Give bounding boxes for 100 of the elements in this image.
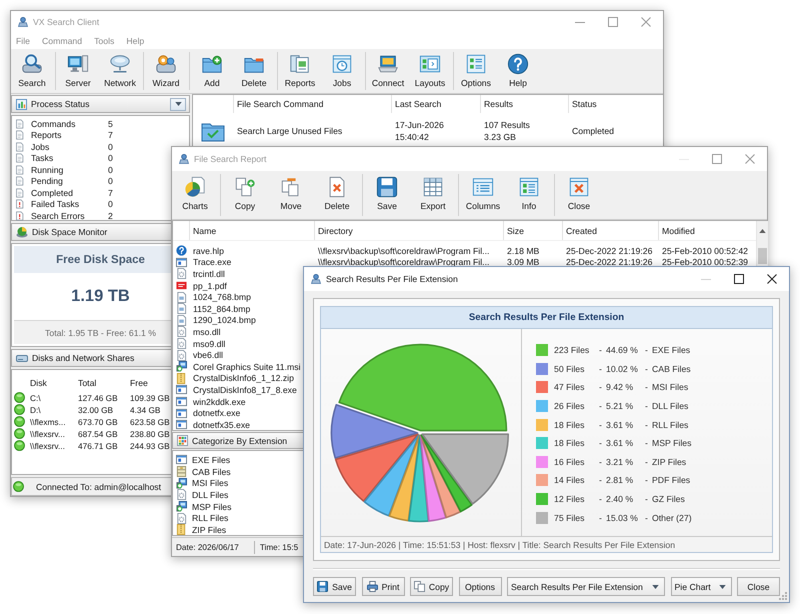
- toolbar-button[interactable]: Close: [556, 171, 602, 219]
- column-header: Last Search: [391, 95, 480, 113]
- toolbar-button[interactable]: Copy: [222, 171, 268, 219]
- window-title: VX Search Client: [33, 16, 100, 26]
- toolbar-button[interactable]: Connect: [367, 49, 409, 93]
- toolbar-button[interactable]: Move: [268, 171, 314, 219]
- toolbar-button[interactable]: Layouts: [409, 49, 451, 93]
- category-item[interactable]: RLL Files: [192, 513, 228, 524]
- table-cell: 25-Dec-2022 21:19:26: [566, 246, 652, 256]
- close-icon[interactable]: [767, 274, 777, 284]
- toolbar-button[interactable]: Network: [99, 49, 141, 93]
- status-label: Pending: [31, 176, 63, 186]
- search-icon: [21, 53, 43, 75]
- category-item[interactable]: MSI Files: [192, 478, 228, 488]
- menu-item[interactable]: Help: [126, 36, 144, 46]
- toolbar-button[interactable]: Save: [364, 171, 410, 219]
- file-name: CrystalDiskInfo8_17_8.exe: [193, 384, 297, 395]
- dialog-button[interactable]: Close: [737, 577, 780, 596]
- dialog-button[interactable]: Copy: [410, 577, 453, 596]
- legend-separator: -: [645, 382, 648, 392]
- column-header: Status: [568, 95, 663, 113]
- file-name: CrystalDiskInfo6_1_12.zip: [193, 373, 294, 384]
- toolbar-button[interactable]: Delete: [233, 49, 275, 93]
- layout-icon: [419, 53, 441, 75]
- copy-icon: [414, 581, 425, 592]
- table-cell-text: 3.23 GB: [484, 132, 517, 142]
- toolbar-button[interactable]: Columns: [460, 171, 506, 219]
- toolbar-button[interactable]: Search: [11, 49, 53, 93]
- pdf-file-icon: [176, 280, 186, 292]
- category-item[interactable]: CAB Files: [192, 466, 231, 477]
- toolbar-button[interactable]: Server: [57, 49, 99, 93]
- table-cell: Completed: [572, 126, 614, 136]
- dropdown[interactable]: Pie Chart: [670, 577, 732, 596]
- legend-separator: -: [645, 345, 648, 356]
- gear-file-icon: [176, 268, 186, 280]
- image-file-icon: [176, 292, 186, 303]
- caret-down-icon: [718, 584, 726, 588]
- legend-separator: -: [599, 364, 602, 374]
- gear-file-icon: [176, 350, 186, 361]
- file-name: 1024_768.bmp: [193, 292, 251, 302]
- computer-icon: [67, 53, 89, 75]
- dropdown-button[interactable]: [170, 98, 186, 110]
- toolbar-button[interactable]: Charts: [172, 171, 218, 219]
- program-window-icon: [176, 256, 186, 268]
- copy-icon: [234, 176, 256, 198]
- toolbar-button[interactable]: Help: [497, 49, 539, 93]
- resize-grip-icon[interactable]: [779, 592, 787, 600]
- status-value: 0: [108, 176, 113, 186]
- toolbar-button[interactable]: Options: [455, 49, 497, 93]
- file-name: Corel Graphics Suite 11.msi: [193, 362, 301, 372]
- status-value: 7: [108, 188, 113, 198]
- error-document-icon: [15, 199, 24, 210]
- table-cell: 107 Results: [484, 120, 530, 130]
- legend-label: ZIP Files: [652, 456, 686, 467]
- legend-separator: -: [599, 345, 602, 356]
- legend-separator: -: [645, 456, 648, 467]
- scrollbar-thumb[interactable]: [758, 248, 767, 264]
- caret-up-icon[interactable]: [759, 229, 766, 233]
- toolbar-button[interactable]: Wizard: [145, 49, 187, 93]
- list-window-icon: [465, 53, 487, 75]
- program-window-icon: [176, 384, 186, 396]
- toolbar-button[interactable]: Export: [410, 171, 456, 219]
- document-icon: [15, 164, 24, 175]
- zip-folder-icon: [176, 372, 186, 384]
- maximize-icon[interactable]: [734, 274, 744, 284]
- status-label: Tasks: [31, 153, 54, 164]
- pie-chart-icon: [184, 176, 206, 198]
- category-item[interactable]: DLL Files: [192, 490, 228, 500]
- toolbar-button[interactable]: Reports: [279, 49, 321, 93]
- clock-window-icon: [331, 53, 353, 75]
- category-item[interactable]: EXE Files: [192, 454, 230, 465]
- help-icon: [507, 53, 529, 75]
- toolbar-button[interactable]: Jobs: [321, 49, 363, 93]
- dialog-button[interactable]: Save: [313, 577, 356, 596]
- legend-count: 50 Files: [554, 364, 584, 374]
- dropdown[interactable]: Search Results Per File Extension: [507, 577, 665, 596]
- file-name: vbe6.dll: [193, 350, 223, 360]
- toolbar-button[interactable]: Add: [191, 49, 233, 93]
- category-item[interactable]: MSP Files: [192, 502, 232, 512]
- status-value: 0: [108, 153, 113, 164]
- table-cell: 687.54 GB: [78, 428, 118, 439]
- program-window-icon: [176, 396, 186, 408]
- window-title: File Search Report: [194, 154, 266, 164]
- dialog-button[interactable]: Print: [362, 577, 404, 596]
- toolbar-button[interactable]: Delete: [314, 171, 360, 219]
- toolbar-button[interactable]: Info: [506, 171, 552, 219]
- legend-separator: -: [645, 438, 648, 448]
- legend-percent: 9.42 %: [606, 382, 634, 392]
- table-cell: Search Large Unused Files: [237, 126, 342, 136]
- document-icon: [15, 130, 24, 140]
- app-icon: [178, 153, 190, 165]
- file-name: dotnetfx.exe: [193, 408, 240, 418]
- caret-down-icon: [652, 584, 659, 588]
- app-icon: [17, 16, 29, 28]
- table-cell: 17-Jun-2026: [395, 120, 444, 130]
- status-label: Running: [31, 164, 64, 175]
- dialog-button[interactable]: Options: [458, 577, 502, 596]
- legend-separator: -: [599, 401, 602, 412]
- category-item[interactable]: ZIP Files: [192, 524, 226, 535]
- status-value: 7: [108, 130, 113, 140]
